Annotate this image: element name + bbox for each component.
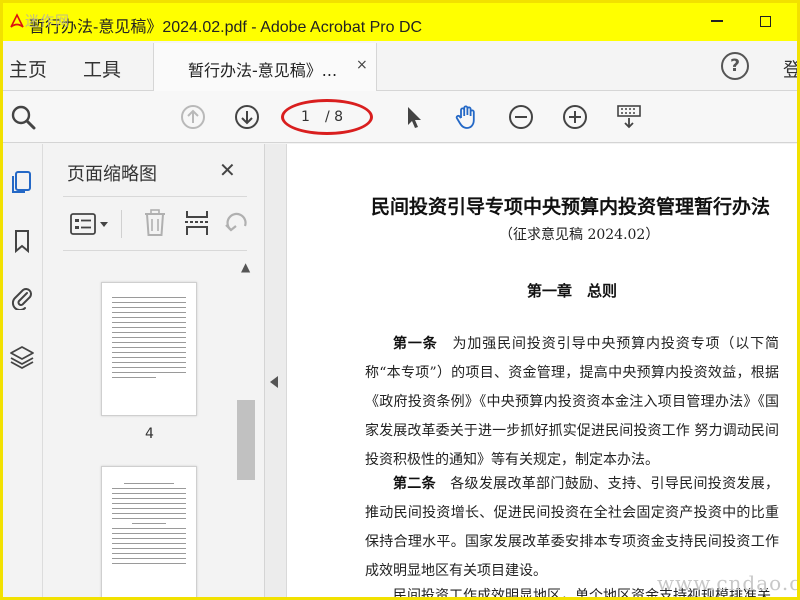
panel-title: 页面缩略图: [67, 164, 157, 185]
insert-page-icon[interactable]: [183, 208, 211, 238]
page-thumbnail-5[interactable]: [101, 466, 197, 597]
tab-home[interactable]: 主页: [9, 55, 47, 82]
previous-page-icon[interactable]: [179, 103, 207, 131]
chapter-heading: 第一章 总则: [527, 282, 618, 300]
layers-icon[interactable]: [9, 344, 35, 370]
article-1-label: 第一条: [393, 336, 438, 352]
document-title: 民间投资引导专项中央预算内投资管理暂行办法: [371, 196, 771, 218]
panel-divider: [63, 196, 247, 197]
app-window: 暂行办法-意见稿》2024.02.pdf - Adobe Acrobat Pro…: [0, 0, 800, 600]
zoom-search-icon[interactable]: [9, 103, 37, 131]
panel-divider: [63, 250, 247, 251]
toolbar-divider: [121, 210, 122, 238]
article-2-label: 第二条: [393, 476, 436, 492]
panel-toolbar: [63, 204, 247, 244]
red-annotation-ellipse: [281, 99, 373, 135]
document-subtitle: （征求意见稿 2024.02）: [499, 227, 660, 243]
scroll-up-icon[interactable]: ▲: [241, 260, 250, 274]
zoom-out-icon[interactable]: [507, 103, 535, 131]
close-panel-icon[interactable]: ✕: [219, 158, 236, 182]
zoom-in-icon[interactable]: [561, 103, 589, 131]
thumbnail-page-number: 4: [145, 426, 154, 442]
scrollbar-thumb[interactable]: [237, 400, 255, 480]
article-1-text: 为加强民间投资引导中央预算内投资专项（以下简称“本专项”）的项目、资金管理，提高…: [365, 336, 780, 468]
window-title: 暂行办法-意见稿》2024.02.pdf - Adobe Acrobat Pro…: [29, 19, 423, 36]
document-tab-label: 暂行办法-意见稿》...: [188, 61, 338, 80]
next-page-icon[interactable]: [233, 103, 261, 131]
help-icon[interactable]: ?: [721, 52, 749, 80]
document-page-view[interactable]: 民间投资引导专项中央预算内投资管理暂行办法 （征求意见稿 2024.02） 第一…: [287, 144, 797, 597]
article-1-paragraph: 第一条 为加强民间投资引导中央预算内投资专项（以下简称“本专项”）的项目、资金管…: [365, 330, 779, 475]
acrobat-logo-icon: [10, 13, 24, 28]
title-bar: 暂行办法-意见稿》2024.02.pdf - Adobe Acrobat Pro…: [3, 3, 797, 41]
bookmark-icon[interactable]: [9, 228, 35, 254]
collapse-arrow-icon[interactable]: [270, 376, 278, 388]
options-menu-icon[interactable]: [69, 210, 113, 238]
keyboard-download-icon[interactable]: [615, 103, 643, 131]
toolbar: 1 / 8: [3, 91, 797, 143]
tab-bar: 主页 工具 暂行办法-意见稿》... × ? 登: [3, 41, 797, 91]
watermark-top-left: 迷作网: [25, 14, 70, 30]
delete-trash-icon[interactable]: [141, 208, 169, 238]
close-tab-icon[interactable]: ×: [356, 57, 368, 73]
tab-document[interactable]: 暂行办法-意见稿》... ×: [153, 43, 377, 91]
page-thumbnails-icon[interactable]: [9, 168, 35, 194]
sign-in-button[interactable]: 登: [783, 55, 797, 82]
minimize-button[interactable]: [707, 11, 727, 31]
panel-collapse-handle[interactable]: [265, 144, 287, 597]
page-thumbnail-4[interactable]: [101, 282, 197, 416]
select-cursor-icon[interactable]: [399, 103, 427, 131]
maximize-button[interactable]: [755, 11, 775, 31]
attachment-icon[interactable]: [9, 284, 35, 310]
thumbnail-scrollbar[interactable]: ▲: [237, 260, 255, 597]
rotate-page-icon[interactable]: [223, 208, 251, 238]
tab-tools[interactable]: 工具: [83, 55, 121, 82]
watermark-bottom-right: www.cndao.com: [657, 571, 800, 595]
hand-tool-icon[interactable]: [453, 103, 481, 131]
thumbnails-panel: 页面缩略图 ✕ 4 ▲: [43, 144, 265, 597]
navigation-rail: [3, 144, 43, 597]
article-2-paragraph: 第二条 各级发展改革部门鼓励、支持、引导民间投资发展，推动民间投资增长、促进民间…: [365, 470, 779, 586]
